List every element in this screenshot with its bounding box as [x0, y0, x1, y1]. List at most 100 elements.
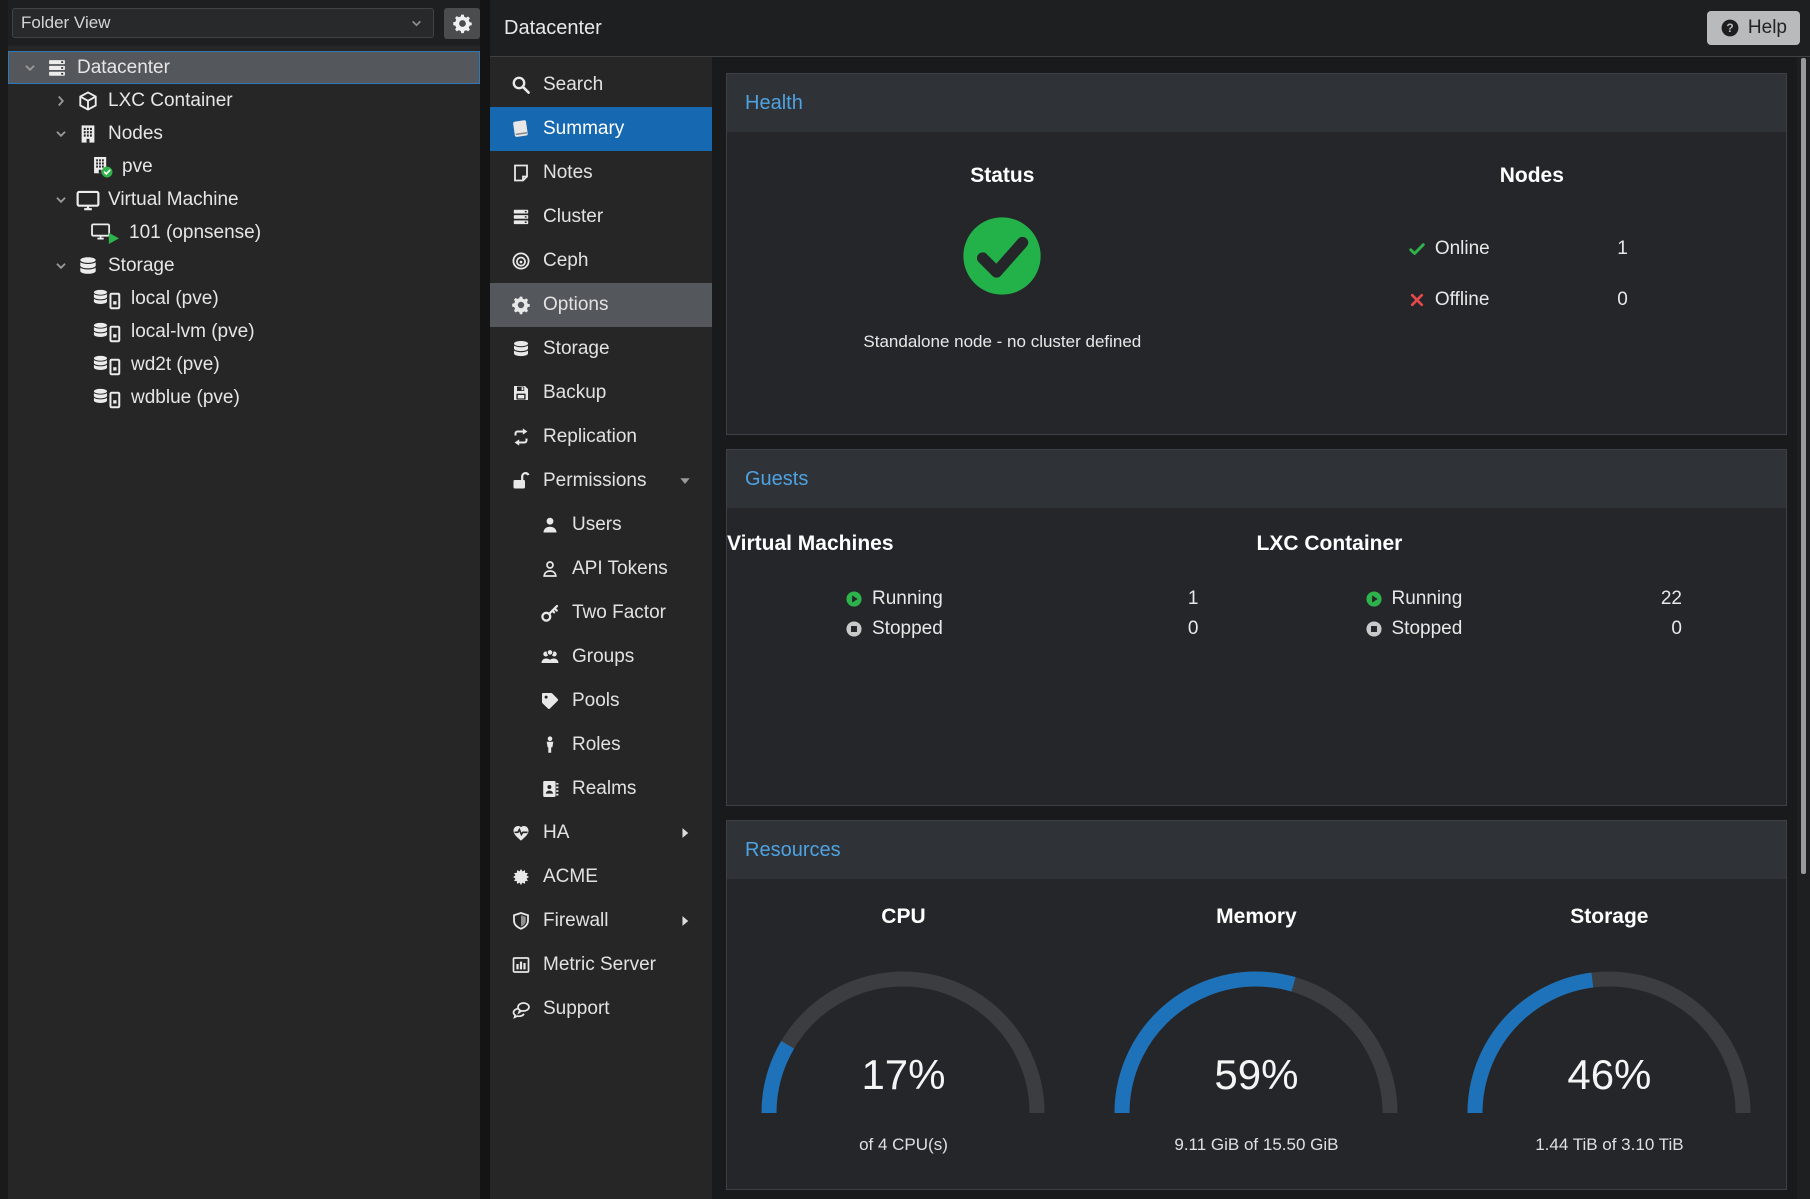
lxc-container-column: LXC Container Running 22 Stoppe — [1257, 508, 1787, 805]
tree-item[interactable]: local-lvm (pve) — [8, 315, 480, 348]
check-circle-icon — [960, 214, 1044, 298]
menu-item[interactable]: Pools — [490, 679, 712, 723]
book-icon — [511, 119, 531, 139]
svg-text:?: ? — [1726, 21, 1733, 35]
menu-item[interactable]: Search — [490, 63, 712, 107]
heartbeat-icon — [511, 823, 531, 843]
db-drive-icon — [90, 288, 123, 310]
caret-right-icon — [676, 824, 694, 842]
db-drive-icon — [90, 354, 123, 376]
chevron-down-icon — [52, 191, 70, 209]
tag-icon — [540, 691, 560, 711]
node-status-row: Offline 0 — [1408, 289, 1628, 311]
menu-item[interactable]: HA — [490, 811, 712, 855]
node-status-count: 1 — [1617, 238, 1628, 260]
guests-panel-header: Guests — [727, 450, 1786, 508]
db-drive-icon — [90, 321, 123, 343]
tree-item[interactable]: 101 (opnsense) — [8, 216, 480, 249]
tree-header: Folder View — [8, 0, 480, 46]
guest-status-count: 0 — [1188, 618, 1199, 640]
tree-item[interactable]: Virtual Machine — [8, 183, 480, 216]
guest-status-row: Stopped 0 — [1365, 618, 1683, 640]
lxc-heading: LXC Container — [1257, 532, 1787, 556]
menu-item[interactable]: Cluster — [490, 195, 712, 239]
menu-item[interactable]: API Tokens — [490, 547, 712, 591]
menu-item[interactable]: ACME — [490, 855, 712, 899]
vertical-scrollbar[interactable] — [1797, 57, 1810, 1199]
user-outline-icon — [540, 559, 560, 579]
storage-heading: Storage — [1433, 905, 1786, 929]
menu-item[interactable]: Realms — [490, 767, 712, 811]
server-stack-icon — [511, 207, 531, 227]
panel-splitter[interactable] — [480, 0, 490, 1199]
storage-gauge: 46% — [1461, 967, 1757, 1121]
gear-icon — [511, 295, 531, 315]
note-icon — [511, 163, 531, 183]
tree-settings-button[interactable] — [444, 8, 480, 39]
menu-item[interactable]: Roles — [490, 723, 712, 767]
menu-item[interactable]: Two Factor — [490, 591, 712, 635]
support-icon — [511, 999, 531, 1019]
summary-content: Health Status Standalone node - no clust… — [712, 57, 1797, 1199]
menu-item-label: Storage — [543, 338, 610, 360]
tree-item-label: local (pve) — [131, 288, 219, 310]
menu-item-label: Users — [572, 514, 622, 536]
tree-item[interactable]: wd2t (pve) — [8, 348, 480, 381]
tree-item[interactable]: Storage — [8, 249, 480, 282]
chevron-down-icon — [52, 257, 70, 275]
menu-item[interactable]: Ceph — [490, 239, 712, 283]
menu-item[interactable]: Users — [490, 503, 712, 547]
chevron-down-icon — [408, 15, 425, 32]
menu-item[interactable]: Support — [490, 987, 712, 1031]
nodes-status-column: Nodes Online 1 Offline — [1278, 132, 1786, 434]
menu-item[interactable]: Options — [490, 283, 712, 327]
menu-item[interactable]: Groups — [490, 635, 712, 679]
menu-item-label: Support — [543, 998, 610, 1020]
help-button[interactable]: ? Help — [1707, 11, 1800, 45]
replication-icon — [511, 427, 531, 447]
datacenter-menu: Search Summary Notes Cluster — [490, 57, 712, 1199]
help-icon: ? — [1720, 18, 1740, 38]
cpu-gauge: 17% — [755, 967, 1051, 1121]
guest-status-row: Running 22 — [1365, 588, 1683, 610]
node-status-row: Online 1 — [1408, 238, 1628, 260]
menu-item[interactable]: Metric Server — [490, 943, 712, 987]
cpu-heading: CPU — [727, 905, 1080, 929]
menu-item[interactable]: Backup — [490, 371, 712, 415]
tree-item[interactable]: LXC Container — [8, 84, 480, 117]
tree-item-label: wdblue (pve) — [131, 387, 240, 409]
menu-item[interactable]: Replication — [490, 415, 712, 459]
guest-status-label: Running — [872, 588, 943, 610]
tree-item[interactable]: wdblue (pve) — [8, 381, 480, 414]
menu-item[interactable]: Firewall — [490, 899, 712, 943]
memory-heading: Memory — [1080, 905, 1433, 929]
menu-item[interactable]: Permissions — [490, 459, 712, 503]
gear-icon — [452, 13, 473, 34]
nodes-heading: Nodes — [1278, 164, 1786, 188]
resource-tree: Datacenter LXC Container Nodes pve V — [8, 46, 480, 414]
guest-status-row: Running 1 — [845, 588, 1199, 610]
memory-gauge: 59% — [1108, 967, 1404, 1121]
view-mode-select[interactable]: Folder View — [12, 8, 434, 38]
db-drive-icon — [90, 387, 123, 409]
server-stack-icon — [45, 57, 69, 79]
cube-icon — [76, 90, 100, 112]
chevron-right-icon — [52, 92, 70, 110]
tree-item[interactable]: pve — [8, 150, 480, 183]
menu-item-label: Replication — [543, 426, 637, 448]
caret-down-icon — [676, 472, 694, 490]
menu-item[interactable]: Notes — [490, 151, 712, 195]
tree-item[interactable]: Datacenter — [8, 51, 480, 84]
tree-item[interactable]: local (pve) — [8, 282, 480, 315]
scrollbar-thumb[interactable] — [1801, 58, 1806, 874]
menu-item-label: Notes — [543, 162, 593, 184]
menu-item-label: Roles — [572, 734, 621, 756]
view-mode-value: Folder View — [21, 13, 110, 33]
menu-item[interactable]: Summary — [490, 107, 712, 151]
help-button-label: Help — [1748, 17, 1787, 39]
health-panel-header: Health — [727, 74, 1786, 132]
tree-item-label: Virtual Machine — [108, 189, 239, 211]
menu-item[interactable]: Storage — [490, 327, 712, 371]
storage-sublabel: 1.44 TiB of 3.10 TiB — [1433, 1135, 1786, 1155]
tree-item[interactable]: Nodes — [8, 117, 480, 150]
